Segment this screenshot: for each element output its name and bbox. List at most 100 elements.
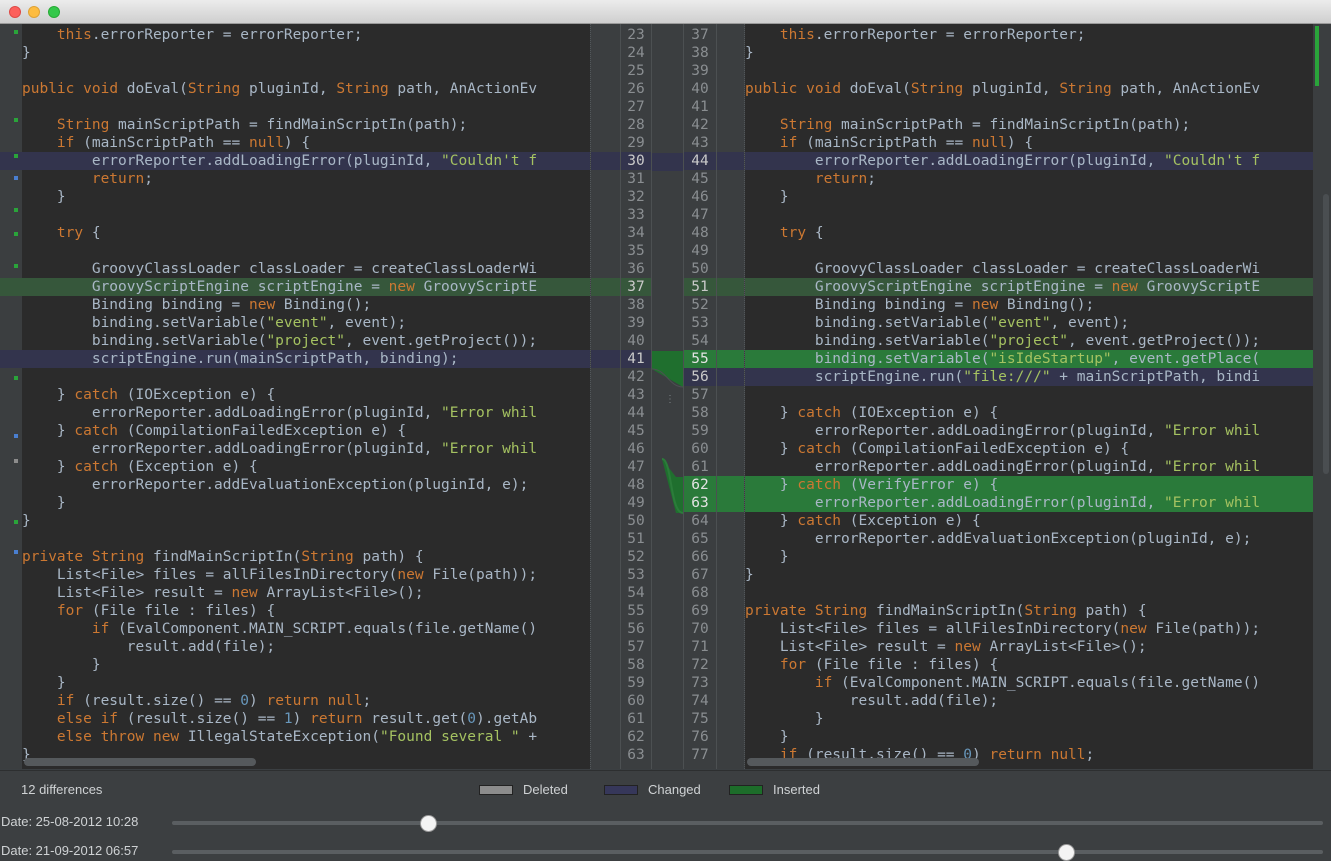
left-code-line[interactable]: errorReporter.addLoadingError(pluginId, … <box>22 152 590 170</box>
left-code-line[interactable] <box>22 98 590 116</box>
gutter-change-marker[interactable] <box>14 550 18 554</box>
left-code-line[interactable]: return; <box>22 170 590 188</box>
right-code-line[interactable]: return; <box>745 170 1313 188</box>
revision-slider-1[interactable] <box>172 815 1323 832</box>
right-code-line[interactable]: String mainScriptPath = findMainScriptIn… <box>745 116 1313 134</box>
left-code-line[interactable]: for (File file : files) { <box>22 602 590 620</box>
right-code-line[interactable]: binding.setVariable("project", event.get… <box>745 332 1313 350</box>
revision-slider-2[interactable] <box>172 844 1323 861</box>
left-code-line[interactable]: scriptEngine.run(mainScriptPath, binding… <box>22 350 590 368</box>
right-code-line[interactable]: for (File file : files) { <box>745 656 1313 674</box>
right-horizontal-scrollbar-thumb[interactable] <box>747 758 979 766</box>
gutter-change-marker[interactable] <box>14 176 18 180</box>
left-code-line[interactable]: List<File> result = new ArrayList<File>(… <box>22 584 590 602</box>
left-code-line[interactable]: binding.setVariable("event", event); <box>22 314 590 332</box>
close-window-button[interactable] <box>9 6 21 18</box>
left-code-line[interactable]: public void doEval(String pluginId, Stri… <box>22 80 590 98</box>
right-code-line[interactable]: GroovyClassLoader classLoader = createCl… <box>745 260 1313 278</box>
left-code-line[interactable] <box>22 530 590 548</box>
right-code-line[interactable]: List<File> files = allFilesInDirectory(n… <box>745 620 1313 638</box>
left-code-line[interactable]: result.add(file); <box>22 638 590 656</box>
right-code-line[interactable]: errorReporter.addEvaluationException(plu… <box>745 530 1313 548</box>
right-code-line[interactable]: binding.setVariable("isIdeStartup", even… <box>745 350 1313 368</box>
right-code-line[interactable]: } catch (CompilationFailedException e) { <box>745 440 1313 458</box>
minimize-window-button[interactable] <box>28 6 40 18</box>
left-code-line[interactable]: if (EvalComponent.MAIN_SCRIPT.equals(fil… <box>22 620 590 638</box>
right-code-line[interactable]: } <box>745 548 1313 566</box>
left-code-line[interactable]: try { <box>22 224 590 242</box>
gutter-change-marker[interactable] <box>14 118 18 122</box>
right-code-line[interactable]: binding.setVariable("event", event); <box>745 314 1313 332</box>
left-code-line[interactable] <box>22 242 590 260</box>
left-code-line[interactable]: Binding binding = new Binding(); <box>22 296 590 314</box>
left-code-line[interactable]: errorReporter.addLoadingError(pluginId, … <box>22 440 590 458</box>
right-code-line[interactable] <box>745 242 1313 260</box>
left-code-line[interactable]: this.errorReporter = errorReporter; <box>22 26 590 44</box>
right-code-line[interactable]: errorReporter.addLoadingError(pluginId, … <box>745 494 1313 512</box>
left-code-line[interactable]: } <box>22 656 590 674</box>
right-code-line[interactable]: } catch (Exception e) { <box>745 512 1313 530</box>
right-code-line[interactable]: } <box>745 728 1313 746</box>
left-code-line[interactable] <box>22 62 590 80</box>
right-code-line[interactable]: Binding binding = new Binding(); <box>745 296 1313 314</box>
right-code-line[interactable]: private String findMainScriptIn(String p… <box>745 602 1313 620</box>
right-code-line[interactable] <box>745 62 1313 80</box>
left-code-line[interactable]: errorReporter.addEvaluationException(plu… <box>22 476 590 494</box>
left-code-line[interactable]: } catch (CompilationFailedException e) { <box>22 422 590 440</box>
right-code-line[interactable]: } catch (VerifyError e) { <box>745 476 1313 494</box>
gutter-change-marker[interactable] <box>14 459 18 463</box>
right-code-line[interactable]: if (mainScriptPath == null) { <box>745 134 1313 152</box>
right-code-line[interactable] <box>745 206 1313 224</box>
right-code-line[interactable]: scriptEngine.run("file:///" + mainScript… <box>745 368 1313 386</box>
left-code-line[interactable]: if (result.size() == 0) return null; <box>22 692 590 710</box>
gutter-change-marker[interactable] <box>14 208 18 212</box>
gutter-change-marker[interactable] <box>14 376 18 380</box>
gutter-change-marker[interactable] <box>14 264 18 268</box>
left-code-line[interactable]: } <box>22 44 590 62</box>
scrollbar-thumb[interactable] <box>1323 194 1329 474</box>
left-code-line[interactable]: List<File> files = allFilesInDirectory(n… <box>22 566 590 584</box>
right-code-line[interactable]: } <box>745 44 1313 62</box>
left-code-line[interactable]: else if (result.size() == 1) return resu… <box>22 710 590 728</box>
gutter-change-marker[interactable] <box>14 154 18 158</box>
right-code-line[interactable]: List<File> result = new ArrayList<File>(… <box>745 638 1313 656</box>
left-code-line[interactable]: errorReporter.addLoadingError(pluginId, … <box>22 404 590 422</box>
right-vertical-scrollbar[interactable] <box>1313 24 1331 769</box>
left-code-line[interactable]: } <box>22 674 590 692</box>
left-horizontal-scrollbar-thumb[interactable] <box>24 758 256 766</box>
right-code-line[interactable]: result.add(file); <box>745 692 1313 710</box>
right-code-line[interactable]: } catch (IOException e) { <box>745 404 1313 422</box>
right-code-line[interactable]: errorReporter.addLoadingError(pluginId, … <box>745 152 1313 170</box>
left-code-line[interactable] <box>22 368 590 386</box>
splitter-grip-icon[interactable]: ⋮ <box>665 394 675 405</box>
right-code-line[interactable]: } <box>745 710 1313 728</box>
left-code-line[interactable]: binding.setVariable("project", event.get… <box>22 332 590 350</box>
right-code-line[interactable]: try { <box>745 224 1313 242</box>
right-code-line[interactable] <box>745 98 1313 116</box>
left-code-line[interactable]: String mainScriptPath = findMainScriptIn… <box>22 116 590 134</box>
right-code-line[interactable]: GroovyScriptEngine scriptEngine = new Gr… <box>745 278 1313 296</box>
left-code-line[interactable]: GroovyClassLoader classLoader = createCl… <box>22 260 590 278</box>
right-code-line[interactable]: errorReporter.addLoadingError(pluginId, … <box>745 422 1313 440</box>
diff-connector-divider[interactable]: ⋮ <box>651 24 684 769</box>
revision-slider-1-knob[interactable] <box>419 815 437 832</box>
left-code-line[interactable]: else throw new IllegalStateException("Fo… <box>22 728 590 746</box>
right-code-line[interactable]: errorReporter.addLoadingError(pluginId, … <box>745 458 1313 476</box>
left-code-line[interactable]: } <box>22 188 590 206</box>
left-code-line[interactable] <box>22 206 590 224</box>
gutter-change-marker[interactable] <box>14 232 18 236</box>
left-code-line[interactable]: private String findMainScriptIn(String p… <box>22 548 590 566</box>
right-code-line[interactable]: if (EvalComponent.MAIN_SCRIPT.equals(fil… <box>745 674 1313 692</box>
left-code-line[interactable]: GroovyScriptEngine scriptEngine = new Gr… <box>22 278 590 296</box>
right-code-line[interactable] <box>745 386 1313 404</box>
left-code-line[interactable]: } <box>22 512 590 530</box>
left-code-line[interactable]: } <box>22 494 590 512</box>
revision-slider-2-knob[interactable] <box>1058 844 1076 861</box>
zoom-window-button[interactable] <box>48 6 60 18</box>
right-code-line[interactable]: public void doEval(String pluginId, Stri… <box>745 80 1313 98</box>
right-code-line[interactable]: } <box>745 566 1313 584</box>
gutter-change-marker[interactable] <box>14 520 18 524</box>
right-code-editor[interactable]: this.errorReporter = errorReporter;} publ… <box>745 24 1313 769</box>
left-code-line[interactable]: } catch (Exception e) { <box>22 458 590 476</box>
left-code-line[interactable]: } catch (IOException e) { <box>22 386 590 404</box>
